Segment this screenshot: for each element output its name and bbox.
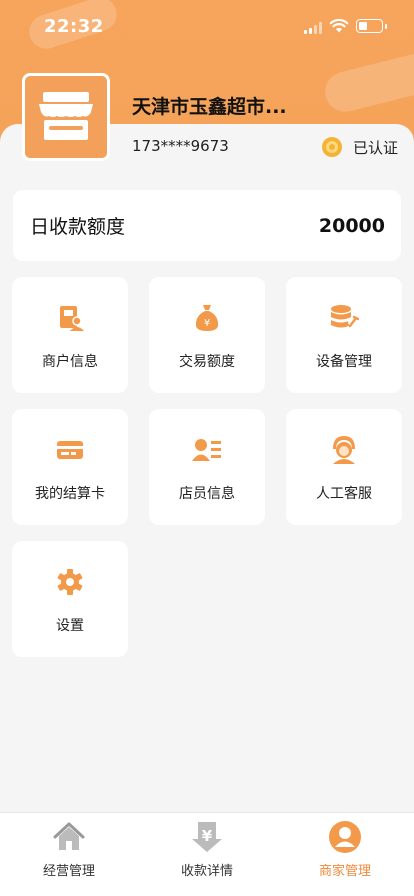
menu-merchant-info[interactable]: 商户信息 <box>12 277 128 393</box>
tab-label: 经营管理 <box>42 864 95 879</box>
decorative-bubble <box>320 48 414 116</box>
menu-transaction-quota[interactable]: ¥ 交易额度 <box>149 277 265 393</box>
wifi-icon <box>329 18 349 33</box>
tab-merchant-management[interactable]: 商家管理 <box>276 813 414 896</box>
device-database-icon <box>329 303 359 333</box>
bank-card-icon <box>55 435 85 465</box>
svg-text:¥: ¥ <box>202 827 213 845</box>
customer-service-icon <box>329 435 359 465</box>
battery-icon <box>356 19 387 33</box>
user-icon <box>327 819 363 855</box>
tab-label: 收款详情 <box>180 864 233 879</box>
store-name: 天津市玉鑫超市... <box>132 96 287 118</box>
verified-label: 已认证 <box>352 138 398 157</box>
menu-label: 交易额度 <box>179 354 235 370</box>
menu-label: 设置 <box>56 618 84 634</box>
bottom-tab-bar: 经营管理 ¥ 收款详情 商家管理 <box>0 812 414 896</box>
verification-status: 已认证 <box>321 136 398 158</box>
merchant-info-icon <box>55 303 85 333</box>
store-avatar[interactable] <box>22 73 110 161</box>
gear-icon <box>55 567 85 597</box>
tab-payment-details[interactable]: ¥ 收款详情 <box>138 813 276 896</box>
menu-label: 我的结算卡 <box>35 486 105 502</box>
quota-label: 日收款额度 <box>30 216 126 238</box>
home-icon <box>51 819 87 855</box>
svg-text:¥: ¥ <box>204 318 210 329</box>
verified-badge-icon <box>321 137 342 157</box>
staff-card-icon <box>192 435 222 465</box>
yen-down-icon: ¥ <box>189 819 225 855</box>
menu-label: 商户信息 <box>42 354 98 370</box>
status-time: 22:32 <box>44 16 104 37</box>
tab-label: 商家管理 <box>318 864 371 879</box>
menu-settings[interactable]: 设置 <box>12 541 128 657</box>
cellular-signal-icon <box>304 22 322 34</box>
status-bar: 22:32 <box>0 0 414 54</box>
menu-customer-service[interactable]: 人工客服 <box>286 409 402 525</box>
storefront-icon <box>39 92 93 140</box>
money-bag-icon: ¥ <box>192 303 222 333</box>
store-phone: 173****9673 <box>132 137 229 155</box>
daily-quota-card: 日收款额度 20000 <box>13 190 401 261</box>
tab-business-management[interactable]: 经营管理 <box>0 813 138 896</box>
menu-label: 店员信息 <box>179 486 235 502</box>
quota-value: 20000 <box>318 214 385 237</box>
menu-device-management[interactable]: 设备管理 <box>286 277 402 393</box>
menu-settlement-card[interactable]: 我的结算卡 <box>12 409 128 525</box>
menu-label: 设备管理 <box>316 354 372 370</box>
menu-staff-info[interactable]: 店员信息 <box>149 409 265 525</box>
menu-label: 人工客服 <box>316 486 372 502</box>
